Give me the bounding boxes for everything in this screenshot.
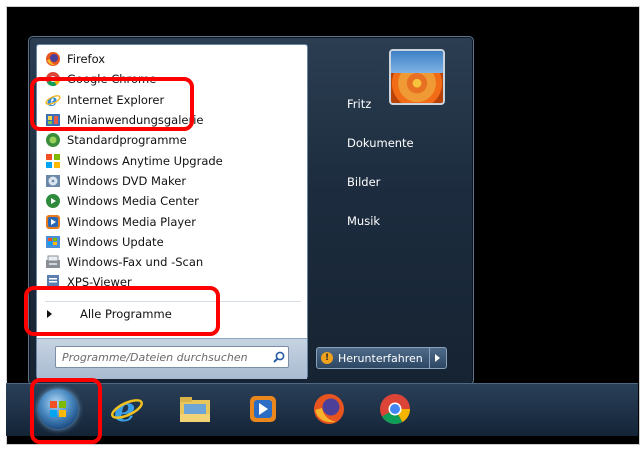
program-label: Windows Update [67,234,164,249]
program-item-anytime-upgrade[interactable]: Windows Anytime Upgrade [37,150,307,170]
search-icon[interactable] [270,348,288,366]
program-label: Windows-Fax und -Scan [67,255,204,270]
internet-explorer-icon[interactable]: e [110,390,144,430]
media-center-icon [45,193,61,209]
firefox-icon[interactable] [312,392,346,426]
media-player-icon[interactable] [246,392,280,426]
program-label: Windows DVD Maker [67,173,187,188]
windows-update-icon [45,234,61,250]
highlight-all-programs [24,286,220,336]
media-player-icon [45,214,61,230]
chrome-icon[interactable] [378,392,412,426]
program-label: Windows Media Player [67,214,196,229]
shutdown-options-button[interactable] [429,347,447,369]
program-item-default-programs[interactable]: Standardprogramme [37,130,307,150]
program-item-dvd-maker[interactable]: Windows DVD Maker [37,171,307,191]
right-item-music[interactable]: Musik [347,214,467,228]
search-box[interactable] [55,346,289,368]
shutdown-control: ! Herunterfahren [316,347,447,369]
right-item-documents[interactable]: Dokumente [347,136,467,150]
program-label: Firefox [67,52,106,67]
fax-scan-icon [45,254,61,270]
program-item-windows-update[interactable]: Windows Update [37,232,307,252]
program-item-media-center[interactable]: Windows Media Center [37,191,307,211]
program-item-firefox[interactable]: Firefox [37,49,307,69]
right-item-user[interactable]: Fritz [347,97,467,111]
explorer-folder-icon[interactable] [178,392,212,426]
highlight-internet-explorer [30,77,194,131]
shutdown-label: Herunterfahren [338,351,423,365]
program-label: Windows Media Center [67,194,199,209]
program-item-fax-scan[interactable]: Windows-Fax und -Scan [37,252,307,272]
search-input[interactable] [56,348,270,366]
right-item-pictures[interactable]: Bilder [347,175,467,189]
program-item-media-player[interactable]: Windows Media Player [37,211,307,231]
program-label: Windows Anytime Upgrade [67,153,223,168]
anytime-upgrade-icon [45,153,61,169]
search-area [37,338,307,379]
dvd-maker-icon [45,173,61,189]
firefox-icon [45,51,61,67]
chevron-right-icon [435,354,441,362]
shield-icon: ! [321,352,333,364]
default-programs-icon [45,132,61,148]
highlight-start-button [30,378,102,444]
program-label: Standardprogramme [67,133,187,148]
shutdown-button[interactable]: ! Herunterfahren [316,347,430,369]
